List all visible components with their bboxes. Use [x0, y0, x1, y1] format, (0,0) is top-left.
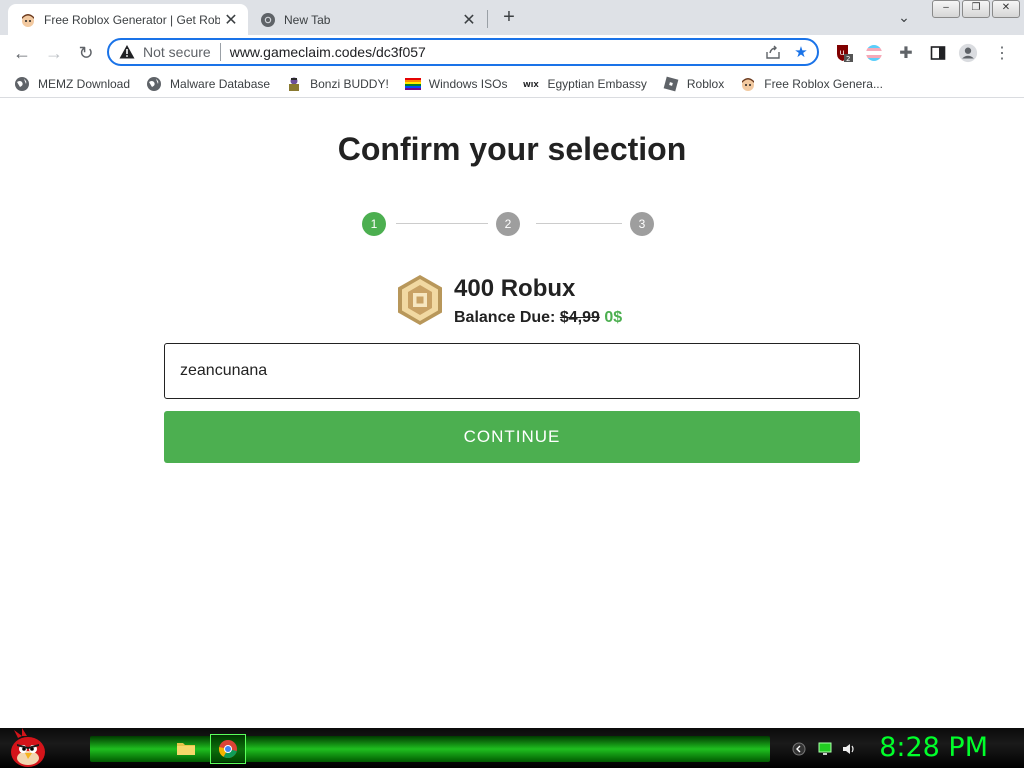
bookmarks-bar: MEMZ Download Malware Database Bonzi BUD… [0, 70, 1024, 98]
bookmark-label: Malware Database [170, 76, 271, 91]
back-arrow-icon[interactable]: ← [10, 41, 34, 65]
step-connector [396, 223, 488, 224]
bookmark-star-icon[interactable]: ★ [791, 42, 811, 62]
file-explorer-icon[interactable] [176, 740, 196, 756]
bookmark-roblox[interactable]: Roblox [663, 76, 724, 92]
robux-coin-icon [398, 275, 442, 325]
username-input[interactable] [164, 343, 860, 399]
chevron-down-icon[interactable]: ⌄ [895, 9, 913, 27]
bookmark-label: MEMZ Download [38, 76, 131, 91]
trans-flag-icon[interactable] [864, 43, 884, 63]
chrome-icon [261, 12, 275, 27]
bookmark-label: Roblox [686, 76, 725, 91]
old-price: $4,99 [559, 309, 600, 326]
omnibox-divider [219, 43, 221, 61]
url-text[interactable]: www.gameclaim.codes/dc3f057 [230, 44, 763, 60]
bookmark-label: Egyptian Embassy [547, 76, 647, 91]
network-monitor-icon[interactable] [818, 742, 832, 756]
volume-icon[interactable] [842, 742, 856, 756]
tab-title: Free Roblox Generator | Get Robux [44, 12, 220, 27]
kebab-menu-icon[interactable]: ⋮ [992, 43, 1012, 63]
bookmark-memz[interactable]: MEMZ Download [14, 76, 130, 92]
tab-title: New Tab [284, 12, 331, 27]
bookmark-label: Free Roblox Genera... [764, 76, 883, 91]
product-name: 400 Robux [454, 275, 576, 302]
bonzi-icon [289, 77, 300, 91]
bookmark-free-roblox-generator[interactable]: Free Roblox Genera... [740, 76, 883, 92]
bookmark-label: Bonzi BUDDY! [310, 76, 389, 91]
step-connector [536, 223, 622, 224]
roblox-icon [663, 76, 679, 91]
forward-arrow-icon[interactable]: → [42, 41, 66, 65]
tab-new-tab[interactable]: New Tab ✕ [252, 4, 486, 35]
tab-roblox-generator[interactable]: Free Roblox Generator | Get Robux ✕ [8, 4, 248, 35]
tab-strip: Free Roblox Generator | Get Robux ✕ New … [0, 0, 1024, 35]
bookmark-malware-database[interactable]: Malware Database [146, 76, 270, 92]
bookmark-label: Windows ISOs [428, 76, 508, 91]
taskbar-clock[interactable]: 8:28 PM [879, 732, 988, 763]
new-tab-button[interactable]: + [498, 6, 520, 28]
address-bar[interactable]: Not secure www.gameclaim.codes/dc3f057 ★ [107, 38, 819, 66]
chrome-icon [218, 740, 237, 759]
profile-avatar-icon[interactable] [958, 43, 978, 63]
step-2: 2 [496, 212, 520, 236]
wix-icon: WIX [523, 81, 539, 89]
browser-toolbar: ← → ↻ Not secure www.gameclaim.codes/dc3… [0, 35, 1024, 70]
svg-text:u: u [840, 48, 845, 57]
step-3: 3 [630, 212, 654, 236]
ublock-icon[interactable]: u 2 [834, 43, 854, 63]
side-panel-icon[interactable] [928, 43, 948, 63]
page-content: Confirm your selection 1 2 3 400 Robux B… [0, 99, 1024, 729]
bookmark-egyptian-embassy[interactable]: WIX Egyptian Embassy [523, 76, 646, 92]
security-label[interactable]: Not secure [143, 44, 211, 60]
reload-icon[interactable]: ↻ [74, 41, 98, 65]
close-window-button[interactable]: ✕ [992, 0, 1020, 18]
rainbow-flag-icon [404, 77, 421, 90]
roblox-avatar-icon [742, 77, 755, 91]
tray-expand-icon[interactable] [792, 742, 806, 756]
globe-icon [147, 76, 162, 91]
step-1: 1 [362, 212, 386, 236]
close-icon[interactable]: ✕ [458, 9, 480, 31]
warning-triangle-icon [119, 45, 135, 59]
taskbar-chrome-button[interactable] [210, 734, 246, 764]
window-controls: – ❐ ✕ [932, 0, 1020, 18]
puzzle-extensions-icon[interactable]: ✚ [896, 43, 916, 63]
taskbar: 8:28 PM [0, 728, 1024, 768]
page-title: Confirm your selection [337, 131, 687, 167]
share-icon[interactable] [763, 42, 783, 62]
share-arrow-icon [766, 45, 780, 59]
progress-stepper: 1 2 3 [362, 212, 662, 236]
tab-divider [487, 10, 488, 28]
restore-button[interactable]: ❐ [962, 0, 990, 18]
extension-badge: 2 [846, 55, 850, 63]
bookmark-windows-isos[interactable]: Windows ISOs [404, 76, 508, 92]
bookmark-bonzi-buddy[interactable]: Bonzi BUDDY! [286, 76, 389, 92]
roblox-avatar-icon [22, 13, 34, 27]
balance-due: Balance Due: $4,99 0$ [454, 309, 622, 327]
start-button-angry-bird-icon[interactable] [8, 728, 48, 768]
svg-text:WIX: WIX [523, 81, 539, 89]
balance-label: Balance Due: [454, 309, 556, 326]
globe-icon [15, 76, 29, 91]
close-icon[interactable]: ✕ [220, 9, 242, 31]
continue-button[interactable]: CONTINUE [164, 411, 860, 463]
new-price: 0$ [604, 309, 623, 326]
product-summary: 400 Robux Balance Due: $4,99 0$ [396, 273, 656, 329]
minimize-button[interactable]: – [932, 0, 960, 18]
